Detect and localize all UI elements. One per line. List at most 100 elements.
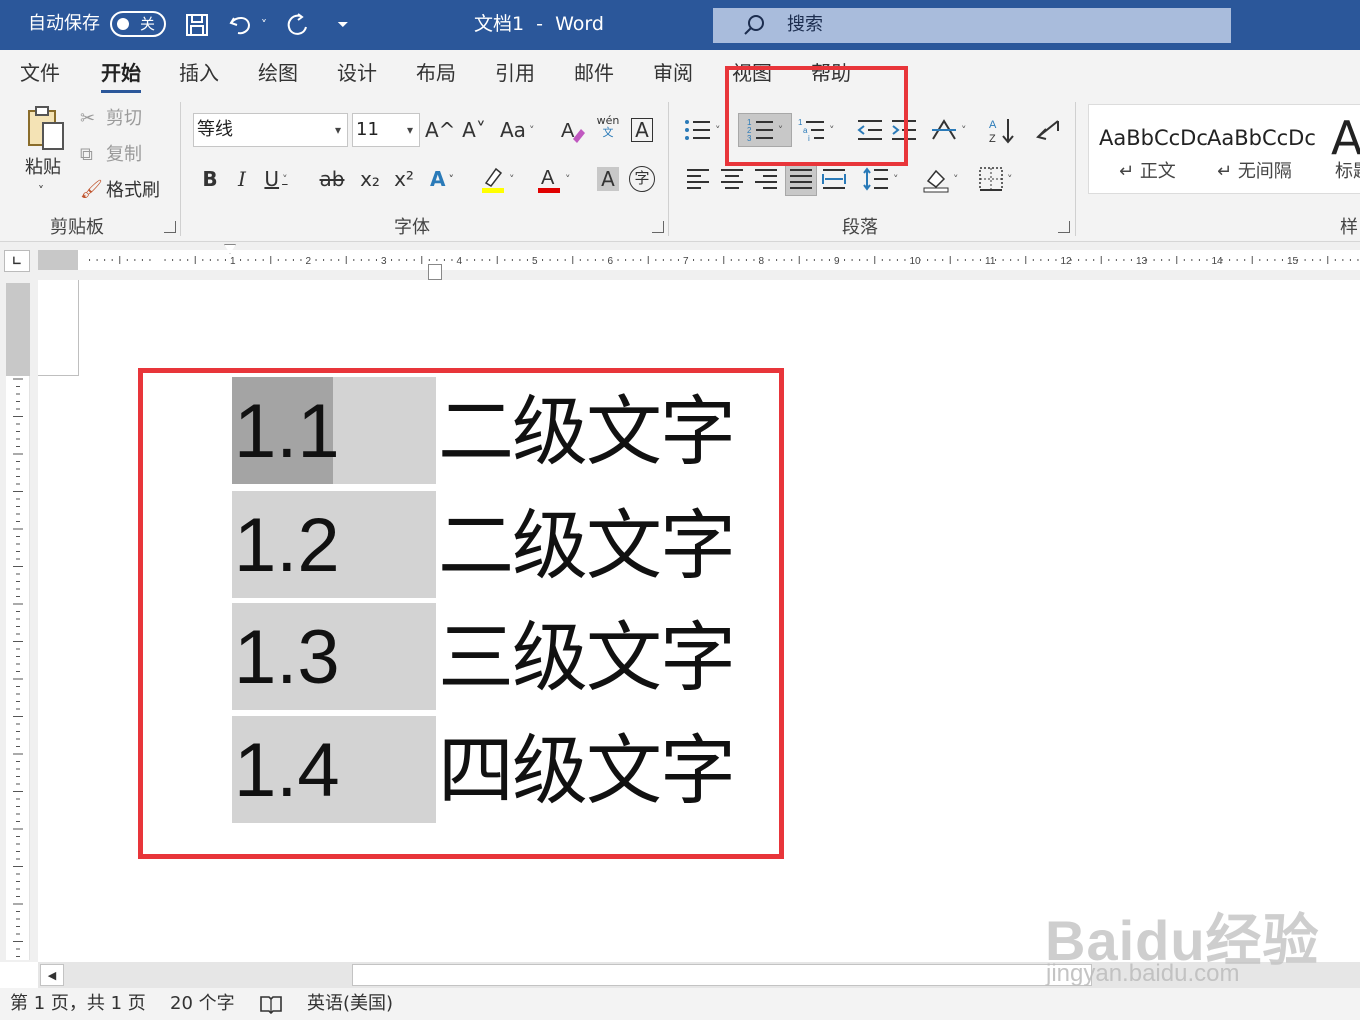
styles-group-label: 样 xyxy=(1340,217,1358,238)
style-sample: AaBbCcDc xyxy=(1207,126,1316,150)
svg-text:10: 10 xyxy=(910,256,922,267)
document-title: 文档1 - Word xyxy=(474,13,604,35)
show-formatting-marks-button[interactable] xyxy=(1034,113,1062,147)
bullets-button[interactable]: ˅ xyxy=(684,113,721,147)
baidu-watermark-url: jingyan.baidu.com xyxy=(1046,960,1240,987)
align-center-button[interactable] xyxy=(718,162,746,196)
tab-references[interactable]: 引用 xyxy=(495,61,535,85)
paste-dropdown-icon[interactable]: ˅ xyxy=(38,180,44,202)
font-color-button[interactable]: A ˅ xyxy=(536,162,571,196)
styles-gallery: AaBbCcDc ↵ 正文 AaBbCcDc ↵ 无间隔 Aa 标题 xyxy=(1088,104,1360,194)
paragraph-launcher-icon[interactable] xyxy=(1058,221,1070,233)
clipboard-group-label: 剪贴板 xyxy=(50,217,104,238)
style-sample: AaBbCcDc xyxy=(1099,126,1208,150)
font-group-label: 字体 xyxy=(394,217,430,238)
vertical-ruler[interactable] xyxy=(6,283,30,960)
copy-icon: ⧉ xyxy=(80,144,93,165)
status-bar: 第 1 页，共 1 页 20 个字 英语(美国) xyxy=(0,988,1360,1020)
shading-button[interactable]: ˅ xyxy=(922,162,959,196)
style-sample: Aa xyxy=(1331,111,1360,165)
svg-text:4: 4 xyxy=(457,256,463,267)
search-placeholder: 搜索 xyxy=(787,14,823,35)
ruler-ticks: 1 2 3 4 5 6 7 8 9 10 11 12 13 14 15 xyxy=(89,256,1359,267)
clipboard-launcher-icon[interactable] xyxy=(164,221,176,233)
bold-button[interactable]: B xyxy=(196,162,224,196)
tab-design[interactable]: 设计 xyxy=(337,61,377,85)
search-box[interactable]: 搜索 xyxy=(713,8,1231,43)
undo-dropdown-icon[interactable]: ˅ xyxy=(254,8,274,42)
svg-text:1: 1 xyxy=(230,256,236,267)
autosave-toggle-state: 关 xyxy=(140,15,156,33)
justify-button[interactable] xyxy=(785,162,817,196)
clear-formatting-icon[interactable]: A xyxy=(558,113,586,147)
svg-text:7: 7 xyxy=(683,256,689,267)
redo-icon[interactable] xyxy=(280,8,314,42)
character-shading-button[interactable]: A xyxy=(594,162,622,196)
italic-button[interactable]: I xyxy=(228,162,256,196)
svg-text:9: 9 xyxy=(834,256,840,267)
style-name: ↵ 无间隔 xyxy=(1217,161,1292,182)
copy-button[interactable]: 复制 xyxy=(106,144,142,166)
tab-selector-icon[interactable]: ∟ xyxy=(4,250,30,272)
ribbon: 粘贴 ˅ ✂ 剪切 ⧉ 复制 🖌 格式刷 剪贴板 等线 ▾ 11 ▾ A^ A˅ A… xyxy=(0,96,1360,242)
proofing-icon[interactable] xyxy=(259,993,283,1020)
tab-insert[interactable]: 插入 xyxy=(179,61,219,85)
sort-button[interactable]: AZ xyxy=(988,113,1016,147)
format-painter-button[interactable]: 格式刷 xyxy=(106,180,160,202)
title-bar: 自动保存 关 ˅ ⏷ 文档1 - Word 搜索 xyxy=(0,0,1360,50)
tab-file[interactable]: 文件 xyxy=(20,61,60,85)
save-icon[interactable] xyxy=(180,8,214,42)
align-right-button[interactable] xyxy=(752,162,780,196)
subscript-button[interactable]: x₂ xyxy=(356,162,384,196)
grow-font-button[interactable]: A^ xyxy=(425,113,455,147)
autosave-toggle[interactable]: 关 xyxy=(110,11,166,37)
undo-icon[interactable] xyxy=(224,8,258,42)
page-count[interactable]: 第 1 页，共 1 页 xyxy=(10,993,146,1015)
cut-button[interactable]: 剪切 xyxy=(106,108,142,130)
borders-button[interactable]: ˅ xyxy=(978,162,1013,196)
highlight-color-button[interactable]: ˅ xyxy=(480,162,515,196)
superscript-button[interactable]: x² xyxy=(390,162,418,196)
svg-text:8: 8 xyxy=(759,256,765,267)
tab-review[interactable]: 审阅 xyxy=(653,61,693,85)
phonetic-guide-button[interactable]: wén 文 xyxy=(594,110,622,144)
strikethrough-button[interactable]: ab xyxy=(318,162,346,196)
svg-text:A: A xyxy=(541,167,555,189)
paragraph-group-label: 段落 xyxy=(842,217,878,238)
underline-button[interactable]: U ˅ xyxy=(262,162,290,196)
enclose-characters-button[interactable]: 字 xyxy=(628,162,656,196)
group-separator xyxy=(1075,102,1076,236)
distributed-align-button[interactable] xyxy=(820,162,848,196)
customize-toolbar-icon[interactable]: ⏷ xyxy=(326,8,360,42)
word-count[interactable]: 20 个字 xyxy=(170,993,235,1015)
paste-icon[interactable] xyxy=(18,104,72,152)
text-effects-button[interactable]: A ˅ xyxy=(428,162,456,196)
change-case-button[interactable]: Aa ˅ xyxy=(500,113,534,147)
svg-text:A: A xyxy=(561,120,575,142)
align-left-button[interactable] xyxy=(684,162,712,196)
search-icon xyxy=(744,15,764,35)
font-name-select[interactable]: 等线 ▾ xyxy=(193,113,348,147)
tab-draw[interactable]: 绘图 xyxy=(258,61,298,85)
horizontal-ruler[interactable]: 1 2 3 4 5 6 7 8 9 10 11 12 13 14 15 xyxy=(38,244,1360,280)
font-size-select[interactable]: 11 ▾ xyxy=(352,113,420,147)
format-painter-icon: 🖌 xyxy=(80,179,103,200)
font-launcher-icon[interactable] xyxy=(652,221,664,233)
line-spacing-button[interactable]: ˅ xyxy=(862,162,899,196)
svg-text:A: A xyxy=(989,119,997,131)
tab-home[interactable]: 开始 xyxy=(101,61,141,93)
scrollbar-thumb[interactable] xyxy=(352,964,1092,986)
annotation-highlight-list xyxy=(138,368,784,859)
paste-label[interactable]: 粘贴 xyxy=(25,157,61,179)
toggle-knob xyxy=(117,18,129,30)
shrink-font-button[interactable]: A˅ xyxy=(460,113,488,147)
language-indicator[interactable]: 英语(美国) xyxy=(307,993,393,1015)
tab-mailings[interactable]: 邮件 xyxy=(574,61,614,85)
chinese-layout-button[interactable]: ˅ xyxy=(930,113,967,147)
scroll-left-icon[interactable]: ◀ xyxy=(40,964,64,986)
hanging-indent-marker[interactable] xyxy=(428,264,442,280)
character-border-button[interactable]: A xyxy=(628,113,656,147)
svg-text:13: 13 xyxy=(1136,256,1148,267)
tab-layout[interactable]: 布局 xyxy=(416,61,456,85)
page-corner-mark xyxy=(38,280,79,376)
